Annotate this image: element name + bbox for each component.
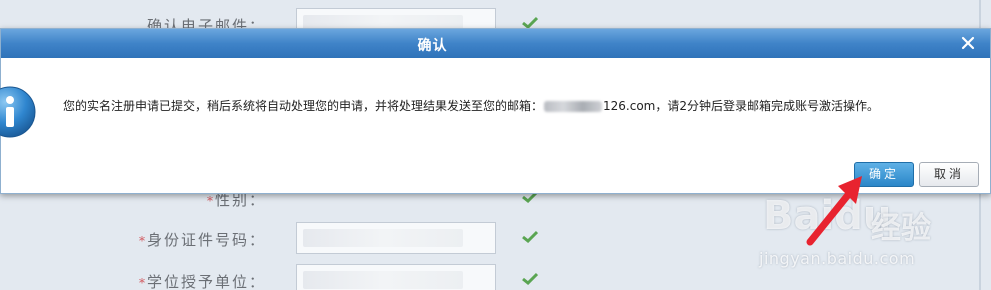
checkmark-icon	[522, 230, 540, 244]
close-icon[interactable]	[960, 35, 976, 51]
info-icon	[0, 85, 37, 139]
degree-institution-label: *学位授予单位：	[138, 273, 266, 290]
message-text: 您的实名注册申请已提交，稍后系统将自动处理您的申请，并将处理结果发送至您的邮箱：	[63, 99, 544, 113]
cancel-button[interactable]: 取消	[919, 162, 979, 187]
degree-institution-input[interactable]	[296, 264, 496, 290]
id-number-input[interactable]	[296, 222, 496, 254]
dialog-title: 确认	[417, 38, 448, 54]
dialog-message: 您的实名注册申请已提交，稍后系统将自动处理您的申请，并将处理结果发送至您的邮箱：…	[63, 97, 983, 114]
message-text-end: ，请2分钟后登录邮箱完成账号激活操作。	[655, 99, 880, 113]
watermark-url: jingyan.baidu.com	[759, 249, 916, 268]
email-suffix: 126.com	[603, 99, 656, 113]
id-number-label: *身份证件号码：	[138, 231, 266, 249]
annotation-arrow-icon	[806, 176, 862, 246]
checkmark-icon	[522, 272, 540, 286]
dialog-header: 确认	[1, 29, 990, 58]
email-redacted	[544, 101, 603, 112]
